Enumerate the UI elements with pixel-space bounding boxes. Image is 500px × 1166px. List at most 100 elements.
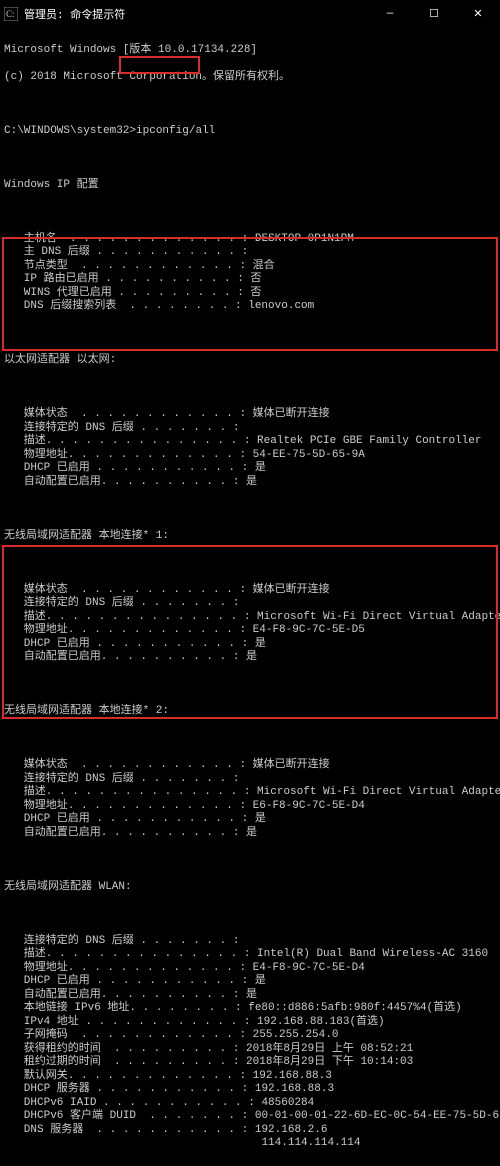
config-key: 描述. . . . . . . . . . . . . . . <box>4 786 244 800</box>
wlan-block: 连接特定的 DNS 后缀 . . . . . . . : 描述. . . . .… <box>4 935 496 1151</box>
blank-line <box>4 557 496 571</box>
config-value: : 媒体已断开连接 <box>239 584 329 598</box>
titlebar[interactable]: C: 管理员: 命令提示符 — ☐ ✕ <box>0 0 500 28</box>
close-icon: ✕ <box>473 7 482 21</box>
section-header: 以太网适配器 以太网: <box>4 354 496 368</box>
copyright-line: (c) 2018 Microsoft Corporation。保留所有权利。 <box>4 71 496 85</box>
section-header: 无线局域网适配器 WLAN: <box>4 881 496 895</box>
config-row: 媒体状态 . . . . . . . . . . . . : 媒体已断开连接 <box>4 584 496 598</box>
config-value: 114.114.114.114 <box>248 1137 360 1151</box>
config-value: : Intel(R) Dual Band Wireless-AC 3160 <box>244 948 488 962</box>
config-row: 自动配置已启用. . . . . . . . . . : 是 <box>4 827 496 841</box>
config-key: 物理地址. . . . . . . . . . . . . <box>4 962 239 976</box>
config-value: : <box>233 422 240 436</box>
config-value: : 否 <box>237 287 261 301</box>
config-key: 自动配置已启用. . . . . . . . . . <box>4 989 233 1003</box>
config-row: 节点类型 . . . . . . . . . . . . : 混合 <box>4 260 496 274</box>
cmd-icon: C: <box>4 7 18 21</box>
close-button[interactable]: ✕ <box>456 0 500 28</box>
config-value: : fe80::d886:5afb:980f:4457%4(首选) <box>235 1002 462 1016</box>
config-row: 物理地址. . . . . . . . . . . . . : 54-EE-75… <box>4 449 496 463</box>
config-row: DHCP 已启用 . . . . . . . . . . . : 是 <box>4 462 496 476</box>
config-key: 自动配置已启用. . . . . . . . . . <box>4 651 233 665</box>
config-row: DHCPv6 IAID . . . . . . . . . . . : 4856… <box>4 1097 496 1111</box>
config-row: 自动配置已启用. . . . . . . . . . : 是 <box>4 651 496 665</box>
wireless1-block: 媒体状态 . . . . . . . . . . . . : 媒体已断开连接 连… <box>4 584 496 665</box>
config-row: 连接特定的 DNS 后缀 . . . . . . . : <box>4 773 496 787</box>
config-row: 子网掩码 . . . . . . . . . . . . : 255.255.2… <box>4 1029 496 1043</box>
config-key: 本地链接 IPv6 地址. . . . . . . . <box>4 1002 235 1016</box>
config-value: : 是 <box>233 827 257 841</box>
blank-line <box>4 732 496 746</box>
config-row: 租约过期的时间 . . . . . . . . . : 2018年8月29日 下… <box>4 1056 496 1070</box>
prompt-line: C:\WINDOWS\system32>ipconfig/all <box>4 125 496 139</box>
blank-line <box>4 152 496 166</box>
config-key: 物理地址. . . . . . . . . . . . . <box>4 449 239 463</box>
config-value: : 是 <box>242 813 266 827</box>
config-row: 主 DNS 后缀 . . . . . . . . . . . : <box>4 246 496 260</box>
config-value: : E4-F8-9C-7C-5E-D5 <box>239 624 364 638</box>
config-key: 获得租约的时间 . . . . . . . . . <box>4 1043 233 1057</box>
config-key: 物理地址. . . . . . . . . . . . . <box>4 624 239 638</box>
prompt-path: C:\WINDOWS\system32> <box>4 125 136 137</box>
config-row: 媒体状态 . . . . . . . . . . . . : 媒体已断开连接 <box>4 759 496 773</box>
config-key: 自动配置已启用. . . . . . . . . . <box>4 476 233 490</box>
config-value: : 是 <box>233 476 257 490</box>
config-row: 114.114.114.114 <box>4 1137 496 1151</box>
config-value: : 192.168.2.6 <box>242 1124 328 1138</box>
blank-line <box>4 206 496 220</box>
section-header: 无线局域网适配器 本地连接* 2: <box>4 705 496 719</box>
config-value: : <box>242 246 249 260</box>
blank-line <box>4 678 496 692</box>
config-key: WINS 代理已启用 . . . . . . . . . <box>4 287 237 301</box>
config-key: DHCP 已启用 . . . . . . . . . . . <box>4 638 242 652</box>
config-value: : 2018年8月29日 下午 10:14:03 <box>233 1056 413 1070</box>
config-value: : Realtek PCIe GBE Family Controller <box>244 435 482 449</box>
minimize-button[interactable]: — <box>368 0 412 28</box>
config-row: 连接特定的 DNS 后缀 . . . . . . . : <box>4 597 496 611</box>
config-row: 连接特定的 DNS 后缀 . . . . . . . : <box>4 422 496 436</box>
config-row: DNS 服务器 . . . . . . . . . . . : 192.168.… <box>4 1124 496 1138</box>
config-key: 自动配置已启用. . . . . . . . . . <box>4 827 233 841</box>
config-row: 描述. . . . . . . . . . . . . . . : Micros… <box>4 611 496 625</box>
config-value: : 255.255.254.0 <box>239 1029 338 1043</box>
config-key: 描述. . . . . . . . . . . . . . . <box>4 435 244 449</box>
ip-config-block: 主机名 . . . . . . . . . . . . . : DESKTOP-… <box>4 233 496 314</box>
config-row: 默认网关. . . . . . . . . . . . . : 192.168.… <box>4 1070 496 1084</box>
config-value: : lenovo.com <box>235 300 314 314</box>
config-row: 物理地址. . . . . . . . . . . . . : E6-F8-9C… <box>4 800 496 814</box>
ethernet-block: 媒体状态 . . . . . . . . . . . . : 媒体已断开连接 连… <box>4 408 496 489</box>
config-value: : 否 <box>237 273 261 287</box>
window-title: 管理员: 命令提示符 <box>24 6 368 22</box>
terminal-output[interactable]: Microsoft Windows [版本 10.0.17134.228] (c… <box>0 28 500 1166</box>
config-value: : 192.168.88.3 <box>239 1070 331 1084</box>
config-row: 连接特定的 DNS 后缀 . . . . . . . : <box>4 935 496 949</box>
window-controls: — ☐ ✕ <box>368 0 500 28</box>
wireless2-block: 媒体状态 . . . . . . . . . . . . : 媒体已断开连接 连… <box>4 759 496 840</box>
config-row: 获得租约的时间 . . . . . . . . . : 2018年8月29日 上… <box>4 1043 496 1057</box>
config-key: 连接特定的 DNS 后缀 . . . . . . . <box>4 597 233 611</box>
blank-line <box>4 98 496 112</box>
config-key: DHCPv6 客户端 DUID . . . . . . . <box>4 1110 242 1124</box>
config-row: 自动配置已启用. . . . . . . . . . : 是 <box>4 476 496 490</box>
config-key: DHCP 已启用 . . . . . . . . . . . <box>4 975 242 989</box>
config-value: : DESKTOP-0P1N1PM <box>242 233 354 247</box>
maximize-button[interactable]: ☐ <box>412 0 456 28</box>
config-value: : 192.168.88.183(首选) <box>244 1016 385 1030</box>
config-key: 子网掩码 . . . . . . . . . . . . <box>4 1029 239 1043</box>
config-row: 描述. . . . . . . . . . . . . . . : Realte… <box>4 435 496 449</box>
config-value: : Microsoft Wi-Fi Direct Virtual Adapter <box>244 611 500 625</box>
blank-line <box>4 327 496 341</box>
config-value: : 是 <box>242 975 266 989</box>
config-value: : 是 <box>233 989 257 1003</box>
config-key: 物理地址. . . . . . . . . . . . . <box>4 800 239 814</box>
config-key: 默认网关. . . . . . . . . . . . . <box>4 1070 239 1084</box>
config-key <box>4 1137 248 1151</box>
config-value: : E6-F8-9C-7C-5E-D4 <box>239 800 364 814</box>
config-row: 物理地址. . . . . . . . . . . . . : E4-F8-9C… <box>4 962 496 976</box>
blank-line <box>4 381 496 395</box>
version-line: Microsoft Windows [版本 10.0.17134.228] <box>4 44 496 58</box>
config-value: : 混合 <box>239 260 274 274</box>
minimize-icon: — <box>387 8 394 20</box>
blank-line <box>4 908 496 922</box>
